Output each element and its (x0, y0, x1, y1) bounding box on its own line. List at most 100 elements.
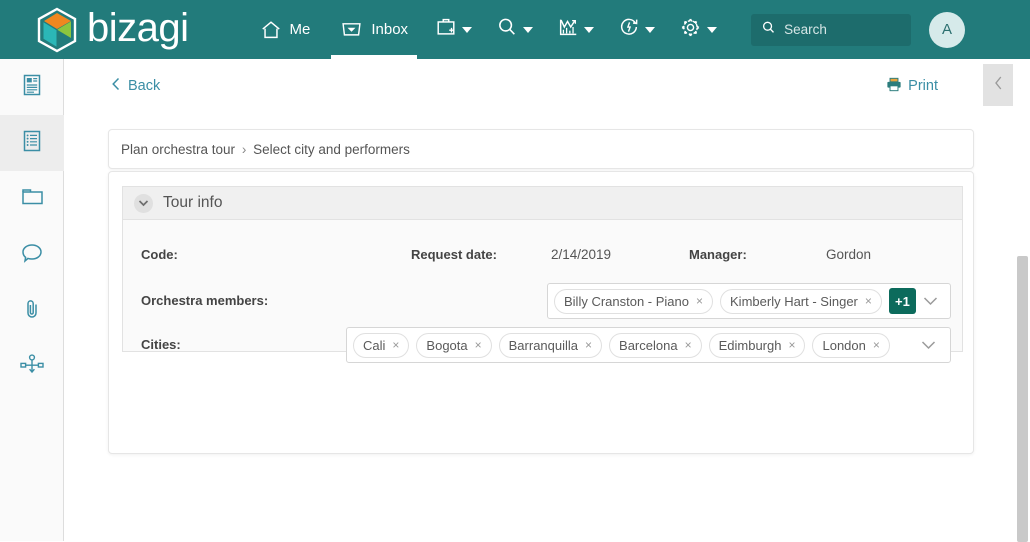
tour-info-panel-header[interactable]: Tour info (122, 186, 963, 220)
chip[interactable]: Bogota × (416, 332, 492, 358)
vertical-scrollbar[interactable] (1017, 256, 1028, 542)
form-icon (19, 72, 45, 103)
content-toolbar: Back Print (65, 59, 1030, 113)
form-card: Tour info Code: Request date: 2/14/2019 … (108, 171, 974, 454)
chevron-down-icon (523, 26, 534, 33)
print-button-label: Print (908, 78, 938, 94)
orchestra-members-label: Orchestra members: (141, 293, 269, 308)
chip[interactable]: Barcelona × (609, 332, 702, 358)
user-avatar[interactable]: A (929, 11, 966, 48)
chip[interactable]: Barranquilla × (498, 332, 603, 358)
logo-wordmark: bizagi (87, 5, 189, 50)
chip[interactable]: Billy Cranston - Piano × (554, 288, 714, 314)
process-diagram-icon (18, 351, 46, 384)
new-case-icon (435, 16, 457, 43)
code-label: Code: (141, 247, 178, 262)
request-date-value: 2/14/2019 (551, 247, 612, 262)
sidebar-item-documents[interactable] (0, 171, 64, 227)
chip-remove-icon[interactable]: × (585, 339, 592, 351)
comment-icon (19, 240, 45, 271)
chevron-down-icon (462, 26, 473, 33)
tour-info-panel-title: Tour info (163, 194, 223, 211)
left-sidebar (0, 59, 64, 541)
overflow-count-badge[interactable]: +1 (888, 288, 916, 314)
stopwatch-icon (618, 16, 640, 43)
chip-label: London (822, 337, 866, 353)
chevron-down-icon (707, 26, 718, 33)
sidebar-item-form[interactable] (0, 59, 64, 115)
chip-remove-icon[interactable]: × (865, 295, 872, 307)
manager-label: Manager: (689, 247, 747, 262)
nav-item-inbox[interactable]: Inbox (325, 0, 423, 59)
app-logo[interactable]: bizagi (36, 0, 189, 59)
sidebar-item-attachments[interactable] (0, 283, 64, 339)
breadcrumb-current: Select city and performers (253, 141, 410, 157)
breadcrumb-parent[interactable]: Plan orchestra tour (121, 142, 235, 157)
chip-label: Barcelona (619, 337, 678, 353)
chip[interactable]: Cali × (353, 332, 410, 358)
nav-item-me-label: Me (289, 21, 311, 38)
tour-info-panel: Tour info Code: Request date: 2/14/2019 … (122, 186, 963, 363)
avatar-initial: A (942, 21, 953, 38)
chip-label: Billy Cranston - Piano (564, 293, 689, 309)
cities-multiselect[interactable]: Cali × Bogota × Barranquilla × Barcelona… (346, 327, 951, 363)
breadcrumb-text: Plan orchestra tour › Select city and pe… (121, 142, 410, 157)
manager-value: Gordon (826, 247, 872, 262)
sidebar-item-summary[interactable] (0, 115, 64, 171)
chip-label: Kimberly Hart - Singer (730, 293, 858, 309)
nav-settings-menu[interactable] (667, 0, 729, 59)
chip-label: Bogota (426, 337, 468, 353)
chip-remove-icon[interactable]: × (475, 339, 482, 351)
nav-item-me[interactable]: Me (245, 0, 326, 59)
top-navigation-bar: bizagi Me Inbox Search A (0, 0, 1030, 59)
chip-remove-icon[interactable]: × (392, 339, 399, 351)
sidebar-item-comments[interactable] (0, 227, 64, 283)
chip[interactable]: Edimburgh × (708, 332, 806, 358)
chevron-down-icon[interactable] (923, 296, 946, 306)
nav-new-case-menu[interactable] (423, 0, 484, 59)
chip-remove-icon[interactable]: × (788, 339, 795, 351)
sidebar-item-process-diagram[interactable] (0, 339, 64, 395)
summary-list-icon (19, 128, 45, 159)
global-search[interactable] (751, 13, 912, 46)
request-date-label: Request date: (411, 247, 497, 262)
printer-icon (886, 77, 902, 96)
bizagi-hexagon-icon (37, 7, 77, 52)
back-button[interactable]: Back (111, 77, 160, 95)
chevron-down-icon (645, 26, 656, 33)
folder-icon (19, 183, 46, 215)
chevron-left-icon (993, 75, 1004, 96)
attachment-icon (19, 296, 45, 327)
chip-label: Cali (363, 337, 386, 353)
top-nav-items: Me Inbox (245, 0, 730, 59)
chevron-left-icon (111, 77, 121, 95)
chip-remove-icon[interactable]: × (696, 295, 703, 307)
chevron-down-icon[interactable] (921, 340, 944, 350)
cities-label: Cities: (141, 337, 181, 352)
chip[interactable]: Kimberly Hart - Singer × (720, 288, 882, 314)
chevron-down-icon[interactable] (134, 193, 153, 213)
tour-info-panel-body: Code: Request date: 2/14/2019 Manager: G… (122, 220, 963, 363)
chip-remove-icon[interactable]: × (873, 339, 880, 351)
nav-analytics-menu[interactable] (545, 0, 606, 59)
analytics-icon (557, 16, 579, 43)
search-icon (496, 16, 518, 43)
main-content: Back Print Plan orchestra tour › Select … (65, 59, 1030, 542)
chip-remove-icon[interactable]: × (685, 339, 692, 351)
chip[interactable]: London × (812, 332, 890, 358)
nav-stopwatch-menu[interactable] (606, 0, 667, 59)
nav-item-inbox-label: Inbox (371, 21, 409, 38)
back-button-label: Back (128, 78, 161, 94)
orchestra-members-multiselect[interactable]: Billy Cranston - Piano × Kimberly Hart -… (547, 283, 951, 319)
chip-label: Barranquilla (508, 337, 579, 353)
breadcrumb-separator: › (241, 141, 247, 157)
print-button[interactable]: Print (886, 77, 938, 96)
chevron-down-icon (584, 26, 595, 33)
home-icon (260, 19, 282, 41)
gear-icon (679, 16, 702, 44)
collapse-panel-button[interactable] (983, 64, 1013, 106)
breadcrumb: Plan orchestra tour › Select city and pe… (108, 129, 974, 169)
nav-search-menu[interactable] (484, 0, 545, 59)
search-icon (761, 20, 776, 40)
search-input[interactable] (784, 22, 895, 37)
